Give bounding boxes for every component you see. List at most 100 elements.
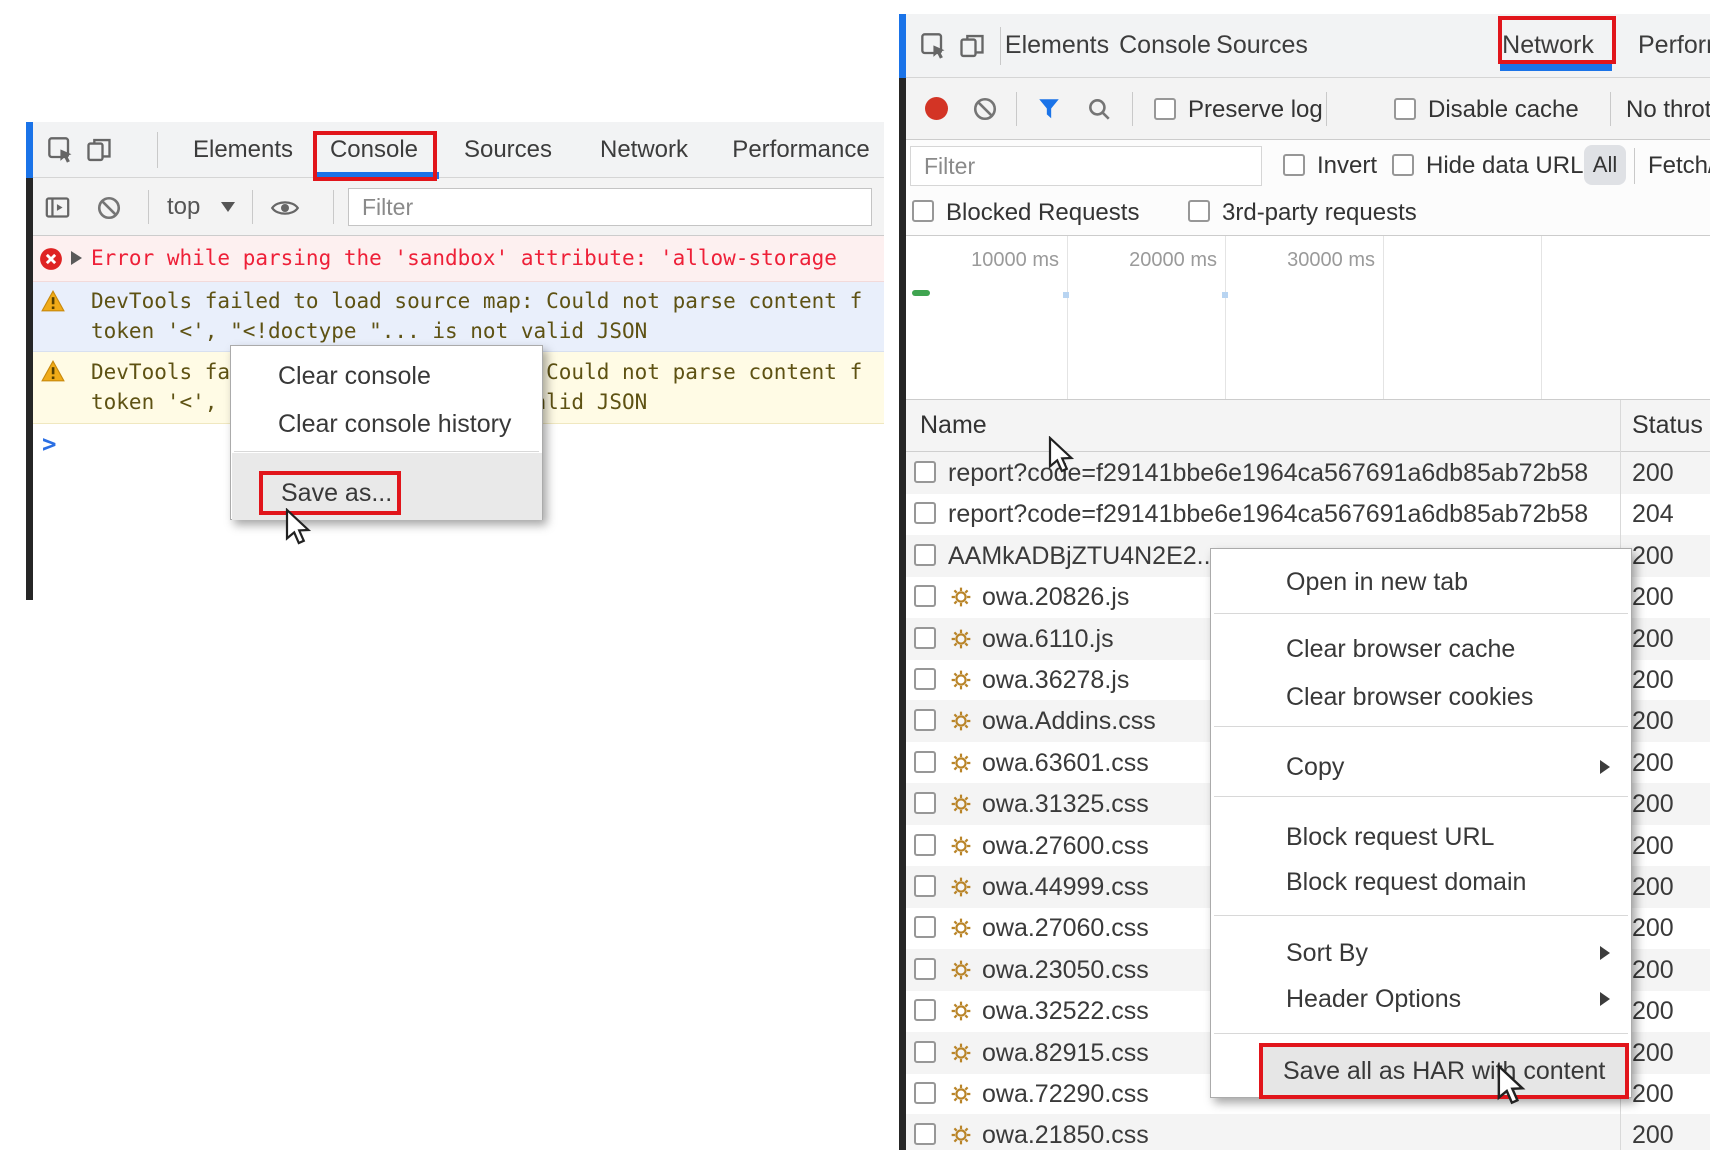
row-checkbox[interactable] [914, 627, 936, 649]
column-header-status[interactable]: Status [1632, 411, 1703, 440]
menu-item-open-in-new-tab[interactable]: Open in new tab [1211, 559, 1630, 605]
row-checkbox[interactable] [914, 751, 936, 773]
menu-item-clear-browser-cache[interactable]: Clear browser cache [1211, 626, 1630, 672]
request-name[interactable]: owa.27600.css [982, 825, 1149, 867]
request-name[interactable]: owa.21850.css [982, 1114, 1149, 1150]
active-tab-underline [1500, 64, 1612, 71]
expand-triangle-icon[interactable] [71, 251, 82, 265]
search-icon[interactable] [1086, 96, 1112, 127]
request-name[interactable]: owa.82915.css [982, 1032, 1149, 1074]
error-message: Error while parsing the 'sandbox' attrib… [91, 246, 837, 270]
row-checkbox[interactable] [914, 709, 936, 731]
menu-item-block-request-url[interactable]: Block request URL [1211, 814, 1630, 860]
device-toolbar-icon[interactable] [958, 32, 986, 65]
console-filter-input[interactable]: Filter [348, 188, 872, 226]
request-name[interactable]: owa.36278.js [982, 659, 1129, 701]
row-checkbox[interactable] [914, 544, 936, 566]
gear-icon [950, 669, 972, 691]
menu-item-header-options[interactable]: Header Options [1211, 976, 1630, 1022]
gear-icon [950, 793, 972, 815]
clear-network-icon[interactable] [972, 96, 998, 127]
record-icon[interactable] [925, 97, 948, 120]
table-row[interactable]: report?code=f29141bbe6e1964ca567691a6db8… [906, 452, 1710, 494]
row-checkbox[interactable] [914, 958, 936, 980]
context-selector[interactable]: top [167, 193, 200, 221]
request-name[interactable]: owa.Addins.css [982, 700, 1156, 742]
request-status: 200 [1632, 742, 1674, 784]
row-checkbox[interactable] [914, 834, 936, 856]
inspect-element-icon[interactable] [920, 32, 948, 65]
third-party-checkbox[interactable] [1188, 200, 1210, 222]
row-checkbox[interactable] [914, 502, 936, 524]
row-checkbox[interactable] [914, 461, 936, 483]
menu-separator [1214, 726, 1628, 727]
request-status: 204 [1632, 493, 1674, 535]
invert-checkbox[interactable] [1283, 154, 1305, 176]
show-sidebar-icon[interactable] [44, 194, 71, 226]
request-name[interactable]: owa.44999.css [982, 866, 1149, 908]
filter-all-pill[interactable]: All [1584, 145, 1626, 185]
row-checkbox[interactable] [914, 1082, 936, 1104]
tab-performance[interactable]: Performance [1638, 14, 1710, 77]
request-name[interactable]: owa.31325.css [982, 783, 1149, 825]
filter-funnel-icon[interactable] [1036, 96, 1062, 127]
row-checkbox[interactable] [914, 668, 936, 690]
row-checkbox[interactable] [914, 999, 936, 1021]
tab-network[interactable]: Network [600, 122, 688, 177]
row-checkbox[interactable] [914, 916, 936, 938]
request-name[interactable]: owa.63601.css [982, 742, 1149, 784]
device-toolbar-icon[interactable] [85, 136, 113, 169]
row-checkbox[interactable] [914, 1123, 936, 1145]
menu-item-sort-by[interactable]: Sort By [1211, 930, 1630, 976]
tab-elements[interactable]: Elements [1005, 14, 1109, 77]
menu-item-copy[interactable]: Copy [1211, 744, 1630, 790]
console-error-row[interactable]: Error while parsing the 'sandbox' attrib… [33, 236, 884, 282]
clear-console-icon[interactable] [96, 195, 122, 226]
request-status: 200 [1632, 1114, 1674, 1150]
console-prompt[interactable]: > [42, 430, 56, 458]
network-tab-annotation-box [1498, 16, 1616, 64]
panel-edge-border [899, 78, 906, 1150]
request-name[interactable]: owa.23050.css [982, 949, 1149, 991]
request-name[interactable]: owa.27060.css [982, 907, 1149, 949]
divider [1132, 92, 1133, 126]
preserve-log-checkbox[interactable] [1154, 98, 1176, 120]
row-checkbox[interactable] [914, 792, 936, 814]
tab-sources[interactable]: Sources [1216, 14, 1308, 77]
timeline-activity-bar [912, 290, 930, 296]
menu-item-clear-console[interactable]: Clear console [231, 354, 541, 398]
row-checkbox[interactable] [914, 585, 936, 607]
tab-performance[interactable]: Performance [732, 122, 869, 177]
table-row[interactable]: report?code=f29141bbe6e1964ca567691a6db8… [906, 493, 1710, 535]
request-name[interactable]: AAMkADBjZTU4N2E2... [948, 535, 1218, 577]
tab-elements[interactable]: Elements [193, 122, 293, 177]
column-header-name[interactable]: Name [920, 411, 987, 440]
live-expression-eye-icon[interactable] [270, 198, 300, 223]
blocked-requests-checkbox[interactable] [912, 200, 934, 222]
request-name[interactable]: owa.32522.css [982, 990, 1149, 1032]
timeline-gridline [1383, 236, 1384, 399]
hide-data-urls-checkbox[interactable] [1392, 154, 1414, 176]
network-timeline-overview[interactable]: 10000 ms 20000 ms 30000 ms [906, 236, 1710, 400]
divider [333, 190, 334, 224]
filter-fetch-xhr[interactable]: Fetch/XHR [1648, 152, 1710, 180]
request-name[interactable]: owa.6110.js [982, 618, 1114, 660]
menu-item-clear-console-history[interactable]: Clear console history [231, 402, 541, 446]
tab-sources[interactable]: Sources [464, 122, 552, 177]
request-name[interactable]: report?code=f29141bbe6e1964ca567691a6db8… [948, 452, 1588, 494]
console-warning-row[interactable]: DevTools failed to load source map: Coul… [33, 282, 884, 352]
tab-console[interactable]: Console [1119, 14, 1211, 77]
preserve-log-label: Preserve log [1188, 96, 1323, 124]
row-checkbox[interactable] [914, 1041, 936, 1063]
menu-item-block-request-domain[interactable]: Block request domain [1211, 859, 1630, 905]
throttling-dropdown[interactable]: No throttling [1626, 96, 1710, 124]
request-name[interactable]: owa.20826.js [982, 576, 1129, 618]
row-checkbox[interactable] [914, 875, 936, 897]
table-row[interactable]: owa.21850.css 200 [906, 1114, 1710, 1150]
request-name[interactable]: owa.72290.css [982, 1073, 1149, 1115]
network-filter-input[interactable]: Filter [910, 146, 1262, 186]
menu-item-clear-browser-cookies[interactable]: Clear browser cookies [1211, 674, 1630, 720]
request-name[interactable]: report?code=f29141bbe6e1964ca567691a6db8… [948, 493, 1588, 535]
inspect-element-icon[interactable] [47, 136, 75, 169]
disable-cache-checkbox[interactable] [1394, 98, 1416, 120]
